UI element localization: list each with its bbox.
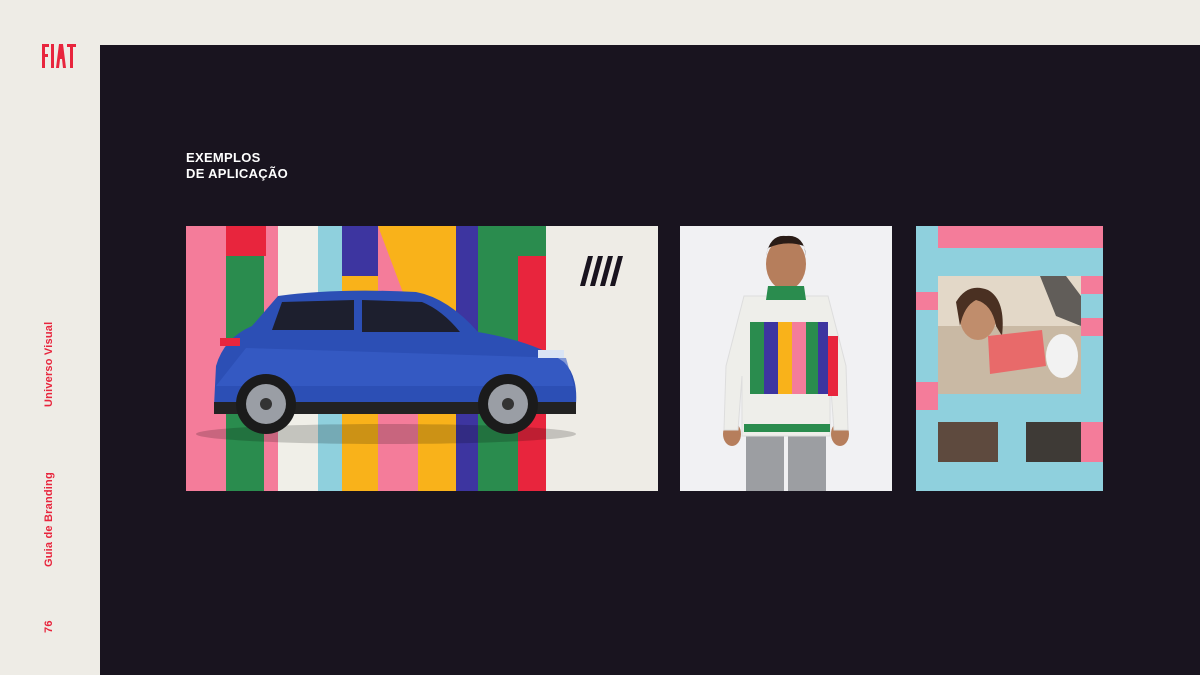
car-illustration xyxy=(186,226,658,491)
page-title: EXEMPLOS DE APLICAÇÃO xyxy=(186,150,288,182)
guide-label: Guia de Branding xyxy=(43,472,55,567)
sidebar: Universo Visual Guia de Branding 76 xyxy=(0,0,100,675)
apparel-application-image xyxy=(680,226,892,491)
fiat-logo xyxy=(42,44,76,68)
photo-application-image xyxy=(916,226,1103,491)
photo-illustration xyxy=(916,226,1103,491)
title-line-1: EXEMPLOS xyxy=(186,150,261,165)
title-line-2: DE APLICAÇÃO xyxy=(186,166,289,181)
apparel-illustration xyxy=(680,226,892,491)
car-application-image xyxy=(186,226,658,491)
page-number: 76 xyxy=(43,620,55,633)
section-label: Universo Visual xyxy=(43,321,55,407)
